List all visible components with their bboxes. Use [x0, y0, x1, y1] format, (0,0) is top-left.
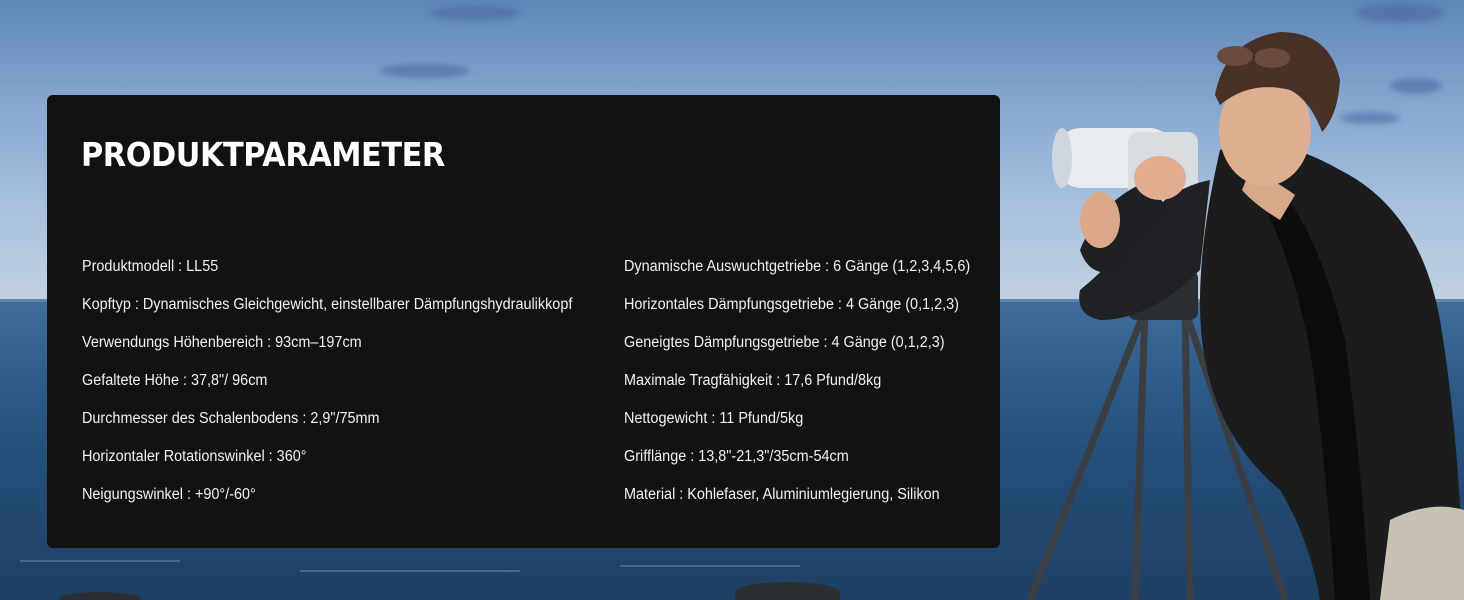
spec-item-tilt-damping: Geneigtes Dämpfungsgetriebe : 4 Gänge (0… — [624, 334, 945, 351]
product-parameter-panel: PRODUKTPARAMETER Produktmodell : LL55 Ko… — [47, 95, 1000, 548]
wave — [620, 565, 800, 567]
cloud — [380, 64, 470, 78]
spec-item-height-range: Verwendungs Höhenbereich : 93cm–197cm — [82, 334, 362, 351]
spec-item-counterbalance: Dynamische Auswuchtgetriebe : 6 Gänge (1… — [624, 258, 971, 275]
spec-item-handle-length: Grifflänge : 13,8"-21,3"/35cm-54cm — [624, 448, 849, 465]
rock — [735, 582, 840, 600]
rock — [60, 592, 140, 600]
spec-item-rotation-angle: Horizontaler Rotationswinkel : 360° — [82, 448, 307, 465]
spec-item-head-type: Kopftyp : Dynamisches Gleichgewicht, ein… — [82, 296, 573, 313]
spec-item-material: Material : Kohlefaser, Aluminiumlegierun… — [624, 486, 940, 503]
cloud — [430, 6, 520, 20]
spec-list-left: Produktmodell : LL55 Kopftyp : Dynamisch… — [82, 255, 609, 521]
spec-list-right: Dynamische Auswuchtgetriebe : 6 Gänge (1… — [624, 255, 996, 521]
panel-title: PRODUKTPARAMETER — [81, 135, 445, 174]
spec-item-tilt-angle: Neigungswinkel : +90°/-60° — [82, 486, 256, 503]
spec-item-net-weight: Nettogewicht : 11 Pfund/5kg — [624, 410, 804, 427]
wave — [20, 560, 180, 562]
spec-item-bowl-diameter: Durchmesser des Schalenbodens : 2,9"/75m… — [82, 410, 380, 427]
photographer-with-tripod-illustration — [1026, 32, 1464, 600]
spec-item-folded-height: Gefaltete Höhe : 37,8"/ 96cm — [82, 372, 268, 389]
wave — [300, 570, 520, 572]
spec-item-horizontal-damping: Horizontales Dämpfungsgetriebe : 4 Gänge… — [624, 296, 959, 313]
spec-item-model: Produktmodell : LL55 — [82, 258, 219, 275]
spec-item-max-payload: Maximale Tragfähigkeit : 17,6 Pfund/8kg — [624, 372, 882, 389]
